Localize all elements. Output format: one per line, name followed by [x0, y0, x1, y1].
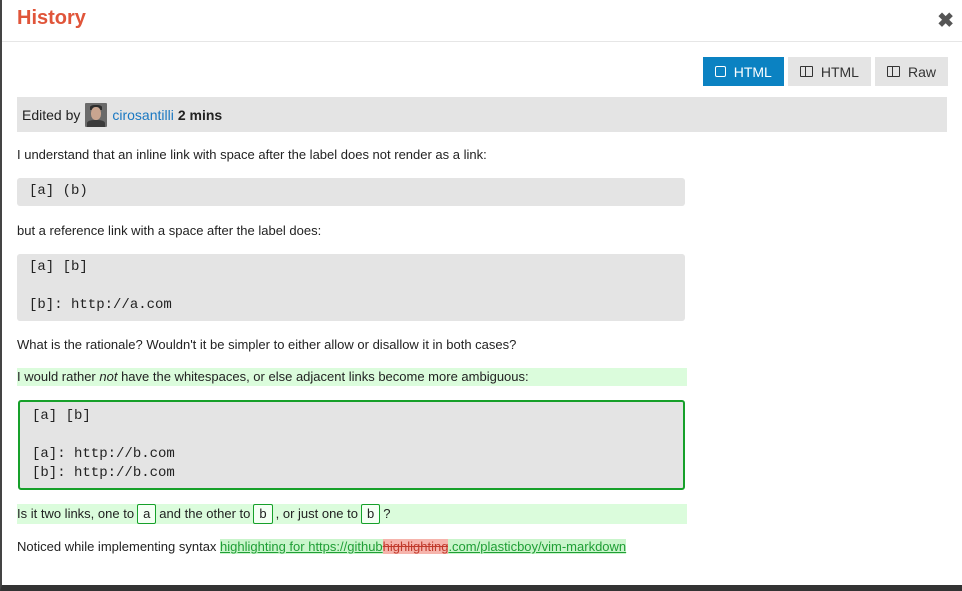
user-link[interactable]: cirosantilli: [112, 107, 173, 123]
avatar[interactable]: [85, 102, 108, 127]
added-paragraph-5: Is it two links, one to a and the other to…: [17, 504, 687, 524]
added-link-part-2[interactable]: .com/plasticboy/vim-markdown: [448, 539, 627, 554]
code-line: [a] [b]: [29, 259, 88, 275]
view-raw-button[interactable]: Raw: [874, 57, 948, 86]
dialog-title: History: [17, 7, 86, 29]
side-by-side-icon: [886, 66, 900, 77]
paragraph-5-text-c: , or just one to: [275, 506, 358, 521]
dialog-header: History ✖: [2, 0, 962, 42]
added-paragraph-4: I would rather not have the whitespaces,…: [17, 368, 687, 386]
code-block-1: [a] (b): [17, 178, 685, 206]
code-line: [b]: http://b.com: [32, 465, 175, 481]
added-link-part-1[interactable]: highlighting for https://github: [220, 539, 383, 554]
side-by-side-icon: [799, 66, 813, 77]
paragraph-6: Noticed while implementing syntax highli…: [17, 539, 627, 555]
paragraph-4-after: have the whitespaces, or else adjacent l…: [117, 369, 529, 384]
paragraph-5-text-b: and the other to: [159, 506, 251, 521]
code-line: [b]: http://a.com: [29, 297, 172, 313]
paragraph-2: but a reference link with a space after …: [17, 223, 322, 238]
deleted-text: highlighting: [382, 539, 449, 554]
paragraph-5-text-a: Is it two links, one to: [17, 506, 135, 521]
code-line: [a]: http://b.com: [32, 446, 175, 462]
edited-by-label: Edited by: [22, 106, 81, 123]
label-box-b: b: [253, 504, 273, 524]
close-icon[interactable]: ✖: [937, 8, 954, 33]
view-mode-toolbar: HTML HTML Raw: [702, 57, 948, 86]
view-html-inline-button[interactable]: HTML: [702, 57, 784, 86]
view-html-side-by-side-button[interactable]: HTML: [787, 57, 871, 86]
paragraph-4-emphasis: not: [99, 369, 118, 384]
paragraph-5-text-d: ?: [383, 506, 391, 521]
paragraph-4-before: I would rather: [17, 369, 100, 384]
paragraph-6-prefix: Noticed while implementing syntax: [17, 539, 221, 554]
paragraph-1: I understand that an inline link with sp…: [17, 147, 487, 162]
label-box-b-2: b: [361, 504, 381, 524]
view-html-inline-label: HTML: [733, 63, 772, 80]
code-block-2: [a] [b] [b]: http://a.com: [17, 254, 685, 321]
square-icon: [714, 66, 726, 77]
paragraph-3: What is the rationale? Wouldn't it be si…: [17, 337, 517, 352]
revision-info-bar: Edited by cirosantilli 2 mins: [17, 97, 947, 132]
code-line: [a] [b]: [32, 408, 91, 424]
edit-time: 2 mins: [177, 106, 223, 123]
view-raw-label: Raw: [907, 63, 936, 80]
view-html-side-by-side-label: HTML: [820, 63, 859, 80]
added-code-block-3: [a] [b] [a]: http://b.com [b]: http://b.…: [18, 400, 685, 490]
label-box-a: a: [137, 504, 157, 524]
code-line: [a] (b): [29, 183, 88, 199]
